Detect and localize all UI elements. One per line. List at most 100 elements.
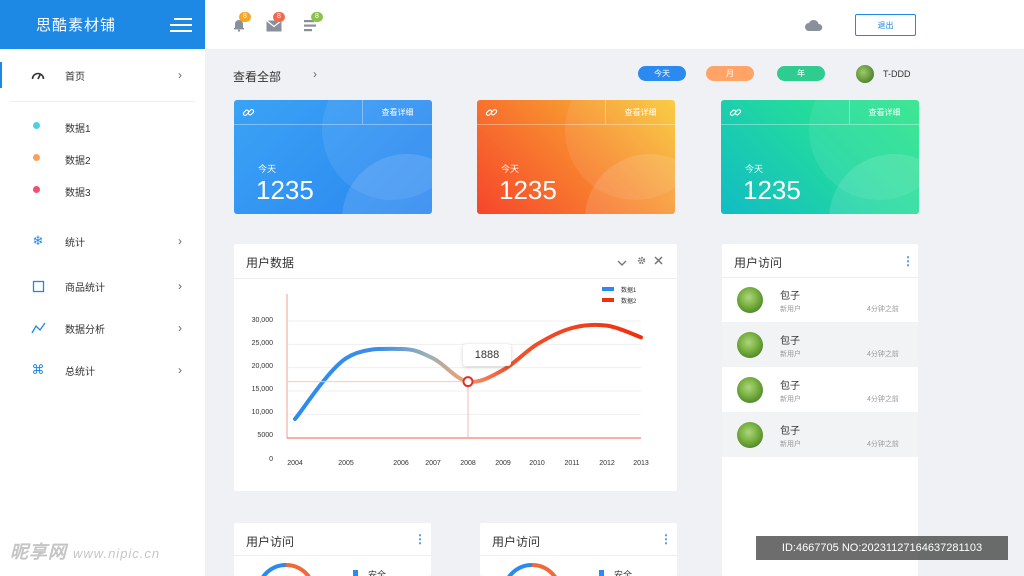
panel-title: 用户数据 xyxy=(246,256,295,270)
list-item[interactable]: 包子 新用户 4分钟之前 xyxy=(722,367,918,412)
sidebar-subitem-data3[interactable]: 数据3 xyxy=(0,180,205,200)
watermark: 昵享网 www.nipic.cn xyxy=(10,542,161,562)
list-item[interactable]: 包子 新用户 4分钟之前 xyxy=(722,277,918,322)
filter-month-button[interactable]: 月 xyxy=(706,66,754,81)
x-tick-label: 2011 xyxy=(564,460,580,467)
sidebar-item-label: 统计 xyxy=(65,237,85,249)
trend-icon xyxy=(30,320,46,336)
link-icon[interactable] xyxy=(242,106,255,124)
cloud-icon[interactable] xyxy=(805,18,823,36)
logout-button[interactable]: 退出 xyxy=(855,14,916,36)
user-data-panel: 用户数据 xyxy=(234,244,677,491)
visitor-name: 包子 xyxy=(780,426,800,437)
avatar[interactable] xyxy=(856,65,874,83)
stat-label: 今天 xyxy=(258,164,277,174)
y-tick-label: 15,000 xyxy=(251,386,273,393)
visitor-type: 新用户 xyxy=(780,441,801,448)
stat-value: 1235 xyxy=(499,175,557,205)
legend-swatch xyxy=(353,570,358,576)
view-detail-button[interactable]: 查看详细 xyxy=(606,100,675,124)
image-id-bar: ID:4667705 NO:20231127164637281103 xyxy=(756,536,1008,560)
chevron-right-icon: › xyxy=(178,363,182,377)
sidebar-item-data-analysis[interactable]: 数据分析 › xyxy=(0,308,205,348)
dot-icon xyxy=(33,186,40,193)
sidebar-subitem-label: 数据3 xyxy=(65,188,91,199)
y-tick-label: 20,000 xyxy=(251,363,273,370)
notification-badge: 8 xyxy=(273,12,285,22)
visit-time: 4分钟之前 xyxy=(867,351,899,358)
avatar xyxy=(737,287,763,313)
visitor-name: 包子 xyxy=(780,291,800,302)
chevron-right-icon[interactable]: › xyxy=(313,67,317,81)
user-name: T-DDD xyxy=(883,69,911,79)
filter-year-button[interactable]: 年 xyxy=(777,66,825,81)
more-options-icon[interactable]: ⋮ xyxy=(902,254,914,268)
x-tick-label: 2007 xyxy=(425,460,441,467)
stat-value: 1235 xyxy=(256,175,314,205)
user-visits-panel-small: 用户访问 ⋮ 安全 xyxy=(480,523,677,576)
gauge-icon xyxy=(30,67,46,83)
avatar xyxy=(737,332,763,358)
link-icon[interactable] xyxy=(729,106,742,124)
legend-label: 安全 xyxy=(368,570,387,576)
view-all-link[interactable]: 查看全部 xyxy=(233,68,281,85)
sidebar-item-label: 商品统计 xyxy=(65,282,105,294)
sidebar-item-label: 数据分析 xyxy=(65,324,105,336)
y-tick-label: 25,000 xyxy=(251,340,273,347)
x-tick-label: 2005 xyxy=(338,460,354,467)
command-icon: ⌘ xyxy=(31,362,45,377)
stat-card: 查看详细 今天 1235 xyxy=(721,100,919,214)
bell-icon[interactable]: 8 xyxy=(232,12,251,32)
sidebar-subitem-label: 数据1 xyxy=(65,124,91,135)
sidebar-item-stats[interactable]: ❄ 统计 › xyxy=(0,221,205,261)
legend-swatch xyxy=(599,570,604,576)
filter-today-button[interactable]: 今天 xyxy=(638,66,686,81)
x-tick-label: 2010 xyxy=(529,460,545,467)
brand-title: 思酷素材铺 xyxy=(36,17,117,34)
visitor-type: 新用户 xyxy=(780,396,801,403)
sidebar: 思酷素材铺 首页 › 数据1 数据2 数据3 ❄ 统计 › 商品统计 › 数据分… xyxy=(0,0,205,576)
brand-bar: 思酷素材铺 xyxy=(0,0,205,49)
legend-label: 安全 xyxy=(614,570,633,576)
more-options-icon[interactable]: ⋮ xyxy=(660,532,672,546)
visitor-name: 包子 xyxy=(780,336,800,347)
chevron-right-icon: › xyxy=(178,321,182,335)
y-tick-label: 10,000 xyxy=(251,409,273,416)
mail-icon[interactable]: 8 xyxy=(266,12,285,32)
square-icon xyxy=(30,278,46,294)
chevron-right-icon: › xyxy=(178,68,182,82)
more-options-icon[interactable]: ⋮ xyxy=(414,532,426,546)
legend-label: 数据1 xyxy=(621,288,637,294)
menu-toggle-icon[interactable] xyxy=(170,17,192,32)
list-icon[interactable]: 8 xyxy=(304,12,323,32)
view-detail-button[interactable]: 查看详细 xyxy=(363,100,432,124)
list-item[interactable]: 包子 新用户 4分钟之前 xyxy=(722,412,918,457)
close-icon[interactable] xyxy=(654,254,663,268)
visit-time: 4分钟之前 xyxy=(867,441,899,448)
link-icon[interactable] xyxy=(485,106,498,124)
user-visits-panel-small: 用户访问 ⋮ 安全 xyxy=(234,523,431,576)
x-tick-label: 2009 xyxy=(495,460,511,467)
view-detail-button[interactable]: 查看详细 xyxy=(850,100,919,124)
sidebar-subitem-data2[interactable]: 数据2 xyxy=(0,148,205,168)
gear-icon[interactable] xyxy=(637,254,646,268)
visitor-type: 新用户 xyxy=(780,306,801,313)
collapse-icon[interactable] xyxy=(617,256,627,270)
dot-icon xyxy=(33,154,40,161)
chart-tooltip: 1888 xyxy=(463,344,511,366)
sidebar-item-total-stats[interactable]: ⌘ 总统计 › xyxy=(0,350,205,390)
list-item[interactable]: 包子 新用户 4分钟之前 xyxy=(722,322,918,367)
snowflake-icon: ❄ xyxy=(32,233,44,248)
user-visits-panel: 用户访问 ⋮ 包子 新用户 4分钟之前 包子 新用户 4分钟之前 包子 新用户 … xyxy=(722,244,918,576)
sidebar-item-home[interactable]: 首页 › xyxy=(0,55,205,95)
x-tick-label: 2004 xyxy=(287,460,303,467)
x-tick-label: 2013 xyxy=(633,460,649,467)
sidebar-item-product-stats[interactable]: 商品统计 › xyxy=(0,266,205,306)
sidebar-subitem-data1[interactable]: 数据1 xyxy=(0,116,205,136)
sidebar-subitem-label: 数据2 xyxy=(65,156,91,167)
legend-swatch xyxy=(602,287,614,291)
panel-title: 用户访问 xyxy=(246,535,295,549)
stat-value: 1235 xyxy=(743,175,801,205)
avatar xyxy=(737,377,763,403)
y-tick-label: 30,000 xyxy=(251,317,273,324)
